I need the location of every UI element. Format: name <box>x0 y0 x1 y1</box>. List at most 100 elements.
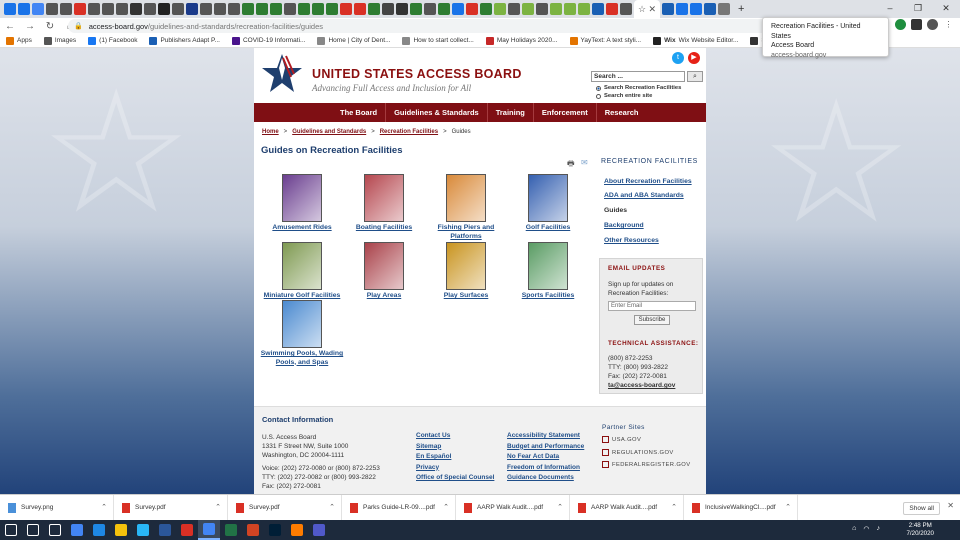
bookmark-item[interactable]: (1) Facebook <box>88 36 137 45</box>
guide-tile-golf-facilities[interactable]: Golf Facilities <box>514 174 582 233</box>
tab-favicon-icon[interactable] <box>396 3 408 15</box>
guide-thumbnail[interactable] <box>446 242 486 290</box>
tab-favicon-icon[interactable] <box>662 3 674 15</box>
guide-link[interactable]: Play Areas <box>350 292 418 301</box>
tab-favicon-icon[interactable] <box>284 3 296 15</box>
search-button[interactable]: ⌕ <box>687 71 703 82</box>
tab-favicon-icon[interactable] <box>424 3 436 15</box>
tab-favicon-icon[interactable] <box>18 3 30 15</box>
taskbar-chrome-icon[interactable] <box>66 520 88 540</box>
profile-icon[interactable] <box>927 19 938 30</box>
taskbar-task-view-icon[interactable] <box>44 520 66 540</box>
new-tab-button[interactable]: + <box>738 3 744 15</box>
breadcrumb-recreation[interactable]: Recreation Facilities <box>380 129 438 135</box>
chevron-up-icon[interactable]: ⌃ <box>215 503 221 511</box>
tab-favicon-icon[interactable] <box>116 3 128 15</box>
taskbar-explorer-icon[interactable] <box>110 520 132 540</box>
guide-tile-fishing-piers[interactable]: Fishing Piers and Platforms <box>432 174 500 241</box>
radio-checked-icon[interactable] <box>596 85 601 91</box>
tab-favicon-icon[interactable] <box>620 3 632 15</box>
tab-favicon-icon[interactable] <box>718 3 730 15</box>
guide-tile-swimming-pools[interactable]: Swimming Pools, Wading Pools, and Spas <box>260 300 344 367</box>
footer-link[interactable]: Sitemap <box>416 442 494 453</box>
nav-research[interactable]: Research <box>597 103 647 122</box>
guide-link[interactable]: Golf Facilities <box>514 224 582 233</box>
taskbar-illustrator-icon[interactable] <box>286 520 308 540</box>
site-title[interactable]: UNITED STATES ACCESS BOARD <box>312 67 522 81</box>
footer-link[interactable]: Office of Special Counsel <box>416 473 494 484</box>
show-all-button[interactable]: Show all <box>903 502 940 515</box>
taskbar-powerpoint-icon[interactable] <box>242 520 264 540</box>
tab-favicon-icon[interactable] <box>172 3 184 15</box>
footer-link[interactable]: No Fear Act Data <box>507 452 584 463</box>
taskbar-acrobat-icon[interactable] <box>176 520 198 540</box>
email-icon[interactable]: ✉ <box>581 158 588 167</box>
guide-link[interactable]: Fishing Piers and Platforms <box>432 224 500 241</box>
tab-favicon-icon[interactable] <box>214 3 226 15</box>
search-option-entire-site[interactable]: Search entire site <box>596 93 652 99</box>
bookmark-item[interactable]: Home | City of Dent... <box>317 36 390 45</box>
guide-link[interactable]: Boating Facilities <box>350 224 418 233</box>
taskbar-windows-icon[interactable] <box>0 520 22 540</box>
tab-favicon-icon[interactable] <box>438 3 450 15</box>
chevron-up-icon[interactable]: ⌃ <box>443 503 449 511</box>
guide-tile-play-surfaces[interactable]: Play Surfaces <box>432 242 500 301</box>
active-tab[interactable]: ☆ ✕ <box>634 0 660 18</box>
tab-favicon-icon[interactable] <box>676 3 688 15</box>
guide-thumbnail[interactable] <box>528 174 568 222</box>
tab-favicon-icon[interactable] <box>270 3 282 15</box>
sidebar-link-other-resources[interactable]: Other Resources <box>604 237 659 244</box>
twitter-icon[interactable]: t <box>672 52 684 64</box>
tab-favicon-icon[interactable] <box>522 3 534 15</box>
tab-favicon-icon[interactable] <box>494 3 506 15</box>
footer-link[interactable]: Accessibility Statement <box>507 431 584 442</box>
ta-email-link[interactable]: ta@access-board.gov <box>608 381 675 390</box>
tab-favicon-icon[interactable] <box>326 3 338 15</box>
close-downloads-icon[interactable]: ✕ <box>947 501 954 510</box>
tab-favicon-icon[interactable] <box>382 3 394 15</box>
guide-tile-boating-facilities[interactable]: Boating Facilities <box>350 174 418 233</box>
network-icon[interactable]: ⌂ <box>852 525 856 533</box>
youtube-icon[interactable]: ▶ <box>688 52 700 64</box>
back-icon[interactable]: ← <box>4 21 16 32</box>
footer-link[interactable]: Contact Us <box>416 431 494 442</box>
tab-favicon-icon[interactable] <box>564 3 576 15</box>
guide-thumbnail[interactable] <box>364 242 404 290</box>
download-item[interactable]: Survey.pdf ⌃ <box>228 494 342 521</box>
address-bar[interactable]: 🔒 access-board.gov/guidelines-and-standa… <box>68 19 768 33</box>
bookmark-item[interactable]: COVID-19 Informati... <box>231 36 305 45</box>
guide-tile-miniature-golf[interactable]: Miniature Golf Facilities <box>258 242 346 301</box>
chevron-up-icon[interactable]: ⌃ <box>329 503 335 511</box>
tab-favicon-icon[interactable] <box>186 3 198 15</box>
chevron-up-icon[interactable]: ⌃ <box>557 503 563 511</box>
nav-enforcement[interactable]: Enforcement <box>534 103 597 122</box>
taskbar-search-icon[interactable] <box>22 520 44 540</box>
tab-favicon-icon[interactable] <box>130 3 142 15</box>
taskbar-edge-icon[interactable] <box>88 520 110 540</box>
taskbar-chrome-active-icon[interactable] <box>198 520 220 540</box>
bookmark-item[interactable]: Publishers Adapt P... <box>149 36 220 45</box>
partner-federalregister-gov[interactable]: FEDERALREGISTER.GOV <box>602 461 690 468</box>
minimize-button[interactable]: – <box>876 0 904 18</box>
tab-favicon-icon[interactable] <box>228 3 240 15</box>
tab-favicon-icon[interactable] <box>592 3 604 15</box>
tab-favicon-icon[interactable] <box>158 3 170 15</box>
guide-tile-sports-facilities[interactable]: Sports Facilities <box>514 242 582 301</box>
taskbar-app-icon[interactable] <box>132 520 154 540</box>
guide-link[interactable]: Swimming Pools, Wading Pools, and Spas <box>260 350 344 367</box>
chevron-up-icon[interactable]: ⌃ <box>101 503 107 511</box>
tab-favicon-icon[interactable] <box>690 3 702 15</box>
nav-training[interactable]: Training <box>488 103 534 122</box>
guide-tile-amusement-rides[interactable]: Amusement Rides <box>268 174 336 233</box>
partner-usa-gov[interactable]: USA.GOV <box>602 436 641 443</box>
close-window-button[interactable]: ✕ <box>932 0 960 18</box>
taskbar-excel-icon[interactable] <box>220 520 242 540</box>
tab-favicon-icon[interactable] <box>298 3 310 15</box>
guide-thumbnail[interactable] <box>446 174 486 222</box>
footer-link[interactable]: Freedom of Information <box>507 463 584 474</box>
taskbar-photoshop-icon[interactable] <box>264 520 286 540</box>
tab-favicon-icon[interactable] <box>60 3 72 15</box>
footer-link[interactable]: Guidance Documents <box>507 473 584 484</box>
guide-thumbnail[interactable] <box>282 174 322 222</box>
tab-favicon-icon[interactable] <box>606 3 618 15</box>
